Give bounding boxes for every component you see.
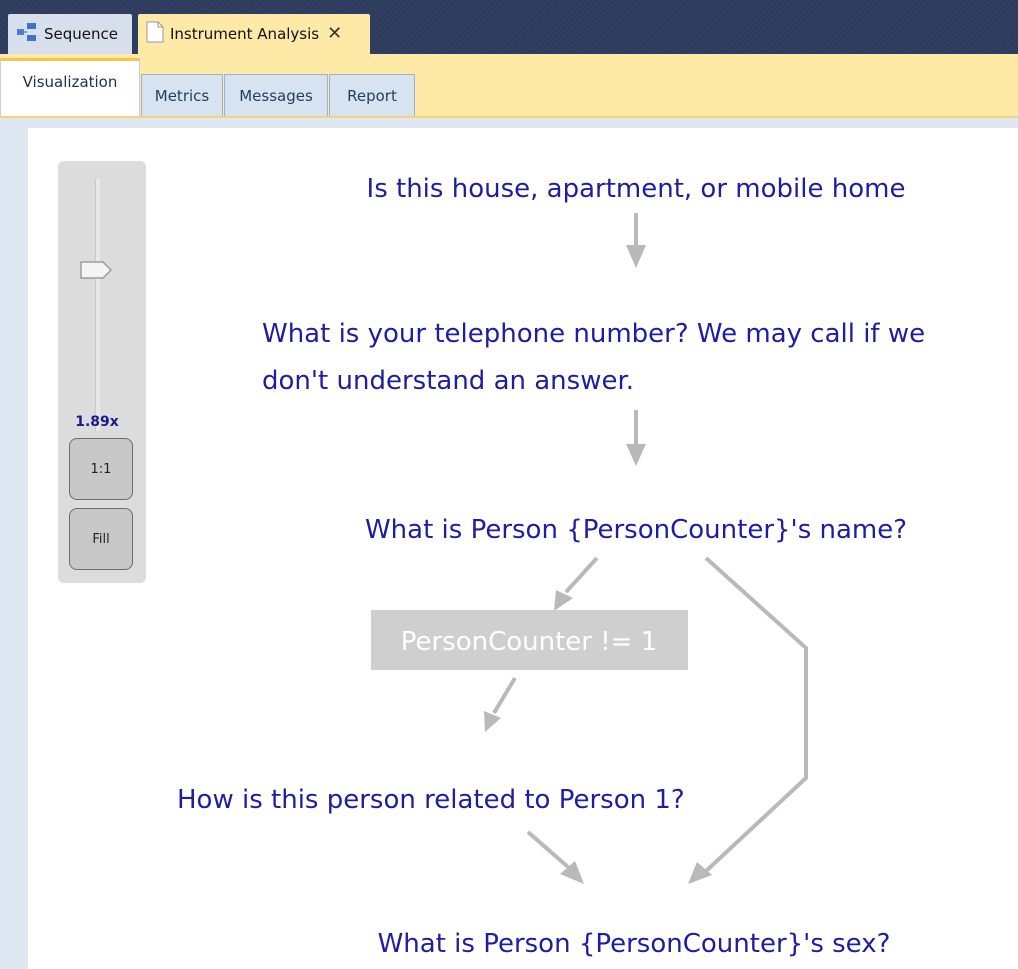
flow-arrow-to-condition-head [554,590,573,611]
flow-arrow-bypass [703,556,808,874]
question-person-sex[interactable]: What is Person {PersonCounter}'s sex? [378,929,891,959]
question-relationship[interactable]: How is this person related to Person 1? [177,785,685,815]
flow-arrow-bypass-head [688,862,712,884]
flow-arrow-relation-to-sex [526,830,570,869]
flow-arrow-condition-to-relation [492,676,517,715]
condition-label: PersonCounter != 1 [401,627,658,657]
question-person-name[interactable]: What is Person {PersonCounter}'s name? [365,515,907,545]
flow-arrow-to-condition [564,556,599,594]
flow-arrow-1-head [626,245,646,268]
question-telephone-line1[interactable]: What is your telephone number? We may ca… [262,319,925,349]
flow-diagram: Is this house, apartment, or mobile home… [177,174,925,959]
flow-arrow-condition-to-relation-head [484,711,501,732]
question-dwelling-type[interactable]: Is this house, apartment, or mobile home [367,174,906,204]
question-telephone-line2[interactable]: don't understand an answer. [262,366,634,396]
flow-arrow-2-head [626,444,646,466]
